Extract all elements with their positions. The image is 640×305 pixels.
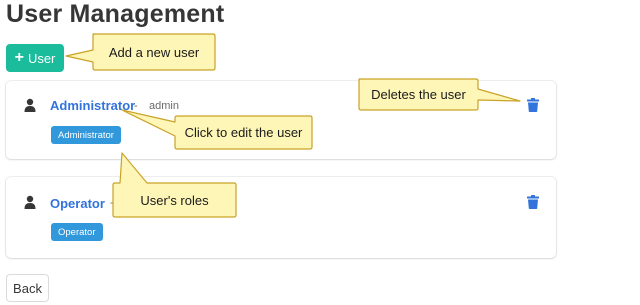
back-button[interactable]: Back [6,274,49,302]
trash-icon[interactable] [527,98,539,112]
add-user-label: User [27,50,56,66]
add-user-button[interactable]: + User [6,44,64,72]
role-tag: Operator [51,223,103,241]
callout-add-user-text: Add a new user [108,44,200,60]
user-icon [24,195,36,209]
username: admin [149,100,179,112]
user-card: Operator - Operator [6,177,556,258]
name-separator: - [134,100,138,112]
user-name-link[interactable]: Operator [50,196,105,211]
role-tag: Administrator [51,126,121,144]
user-icon [24,98,36,112]
callout-roles-text: User's roles [140,192,209,208]
page-title: User Management [6,0,225,28]
trash-icon[interactable] [527,195,539,209]
callout-edit-user-text: Click to edit the user [184,125,303,140]
callout-delete-user-text: Deletes the user [371,87,466,102]
user-name-link[interactable]: Administrator [50,98,135,113]
plus-icon: + [14,49,24,66]
name-separator: - [110,197,114,209]
